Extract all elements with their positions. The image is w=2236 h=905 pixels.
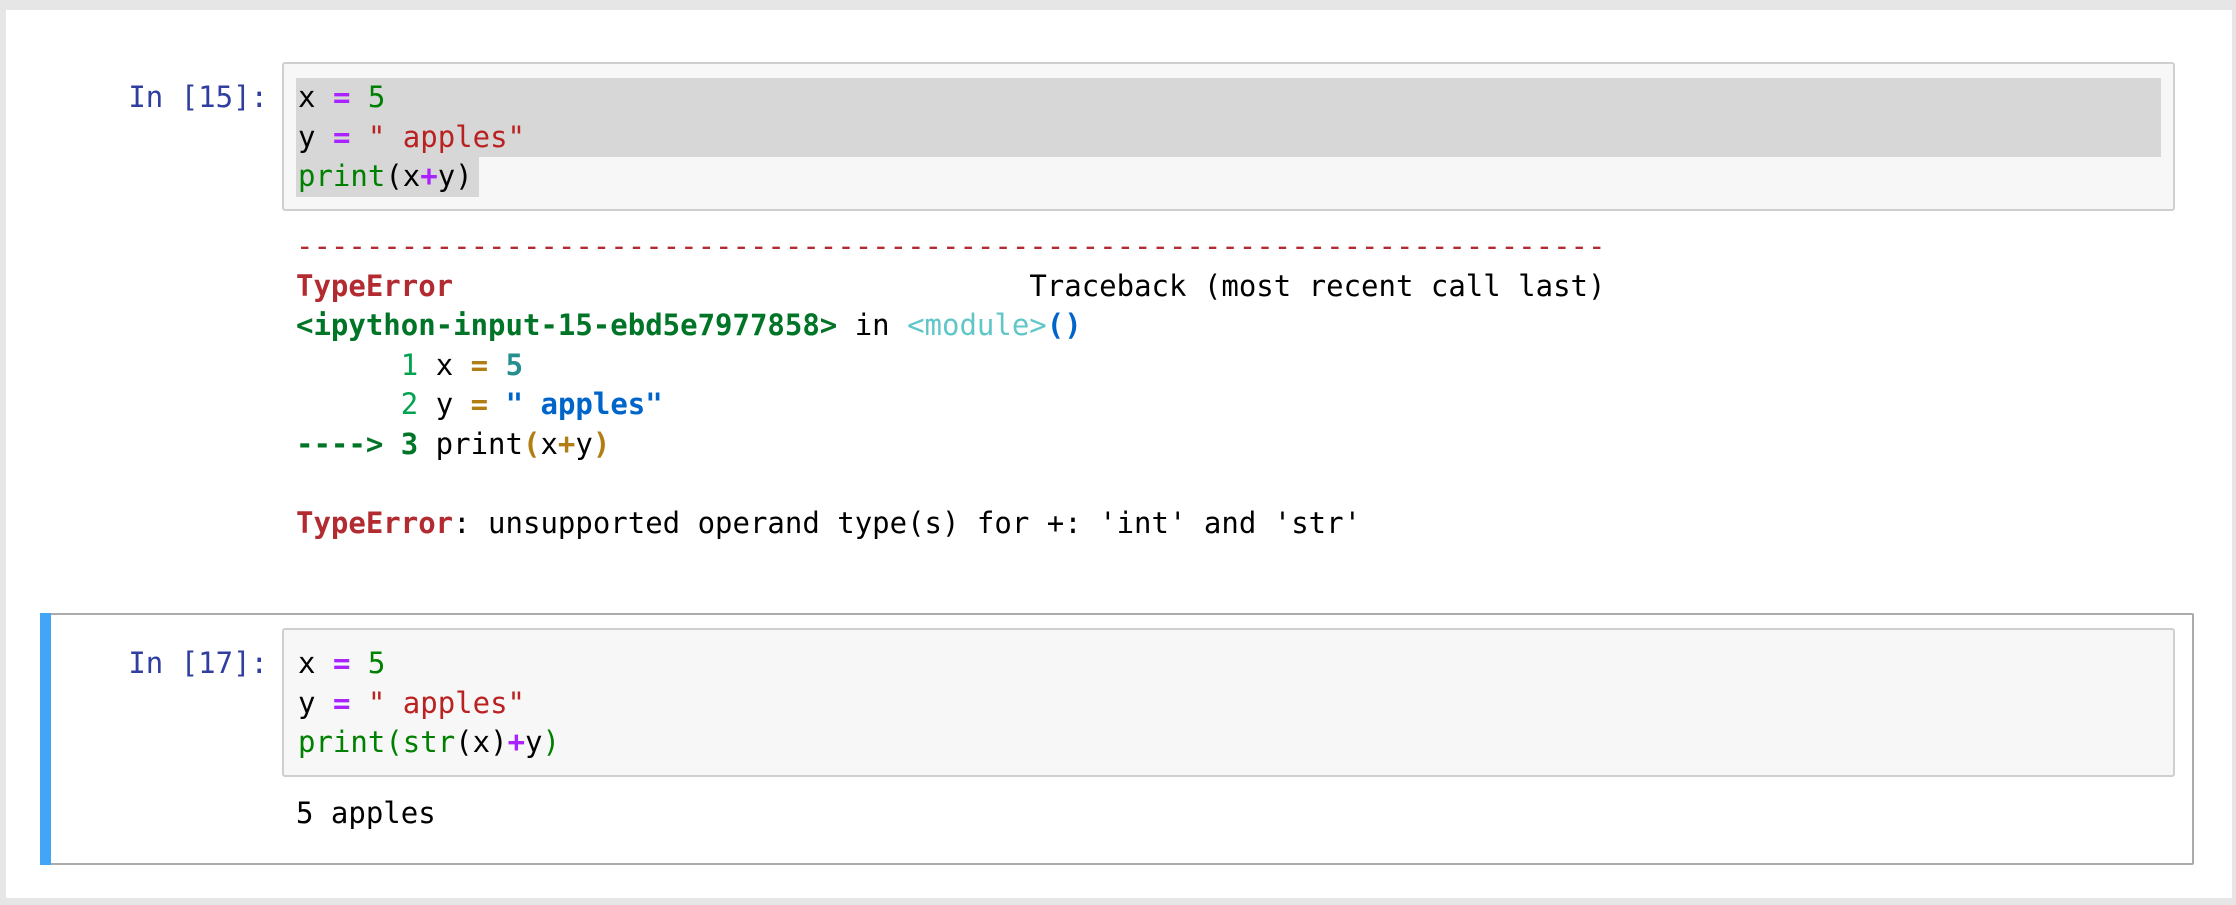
traceback-context-line: 2 y = " apples" (400, 387, 663, 421)
traceback-error-message: TypeError: unsupported operand type(s) f… (296, 505, 1362, 540)
code-editor[interactable]: x = 5 y = " apples" print(x+y) (298, 78, 525, 197)
input-prompt: In [17]: (128, 646, 268, 680)
code-line: print(str(x)+y) (298, 725, 560, 759)
error-traceback-output: ----------------------------------------… (296, 227, 1605, 543)
cell-output: 5 apples (296, 796, 436, 830)
cell-selection-indicator (40, 613, 51, 865)
traceback-location: <ipython-input-15-ebd5e7977858> in <modu… (296, 308, 1082, 342)
traceback-context-line: 1 x = 5 (400, 347, 524, 382)
code-line: print(x+y) (298, 159, 473, 193)
code-editor[interactable]: x = 5 y = " apples" print(str(x)+y) (298, 644, 560, 763)
code-input-cell-17[interactable]: x = 5 y = " apples" print(str(x)+y) (282, 628, 2175, 777)
text-selection (296, 78, 2161, 157)
input-prompt: In [15]: (128, 80, 268, 114)
code-line: x = 5 (298, 646, 386, 680)
traceback-error-line: ----> 3 print(x+y) (296, 426, 611, 461)
traceback-header: TypeError Traceback (most recent call la… (296, 268, 1606, 303)
code-line: y = " apples" (298, 685, 526, 720)
code-input-cell-15[interactable]: x = 5 y = " apples" print(x+y) (282, 62, 2175, 211)
code-line: x = 5 (298, 80, 386, 114)
traceback-rule: ----------------------------------------… (296, 229, 1606, 263)
code-line: y = " apples" (298, 119, 526, 154)
